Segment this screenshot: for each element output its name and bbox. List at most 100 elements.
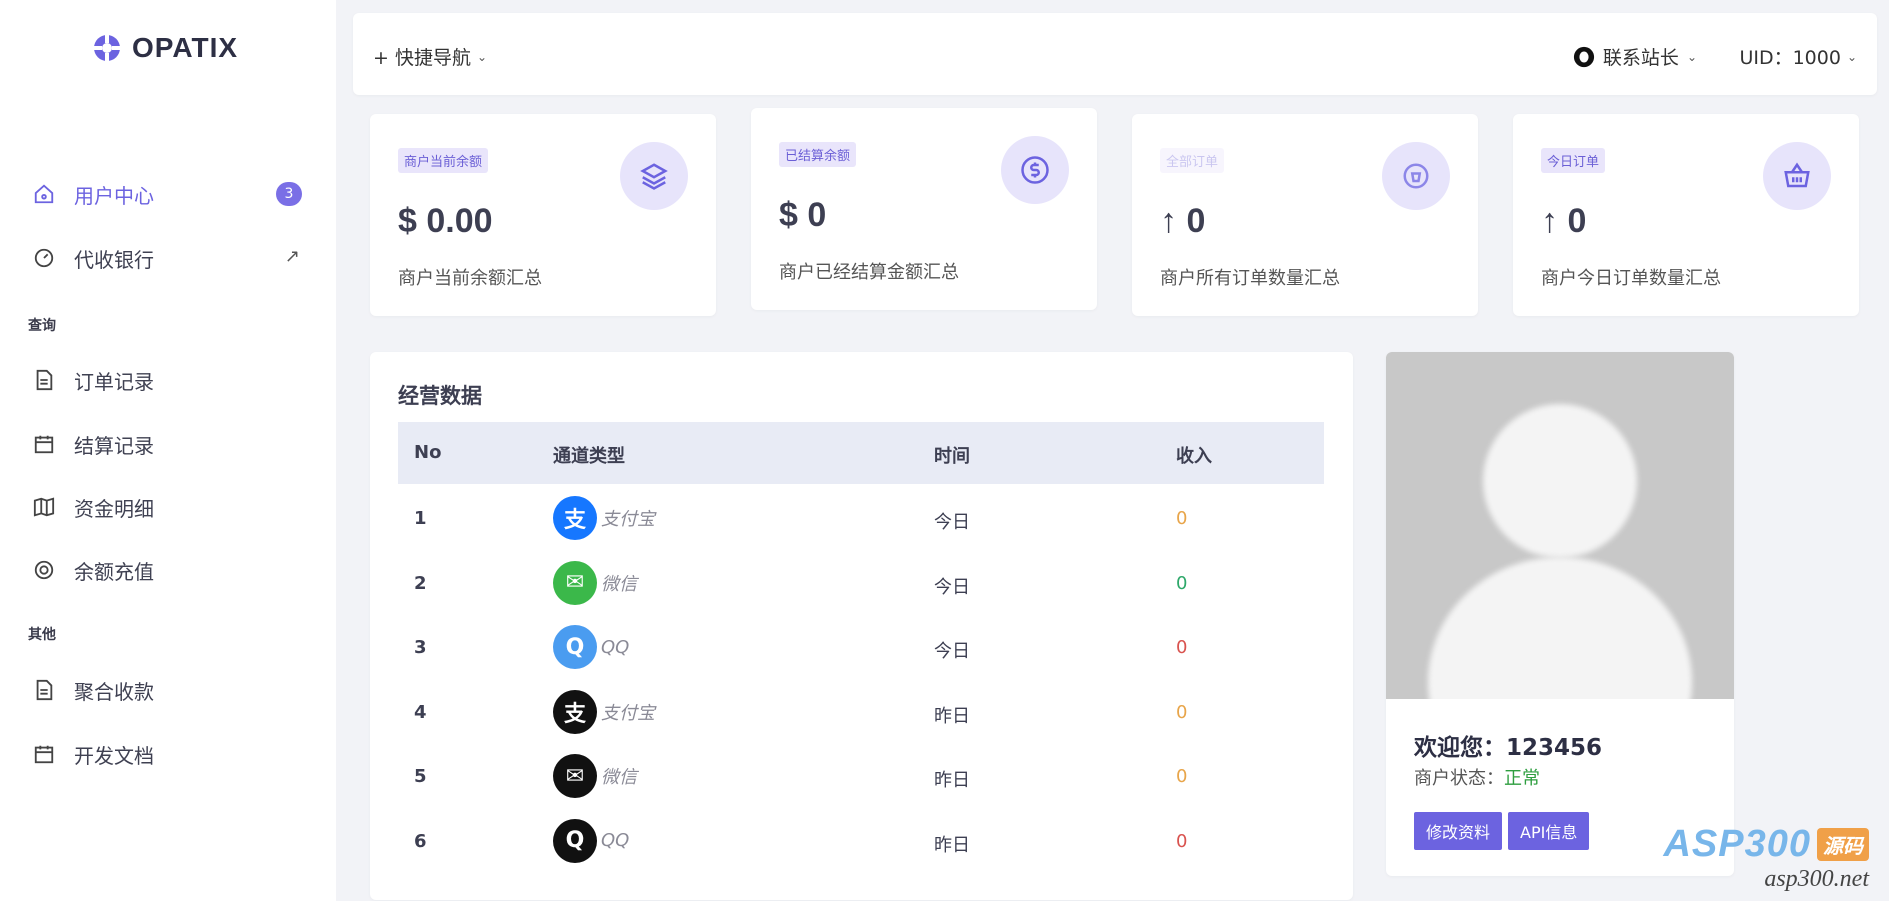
sidebar-item-label: 聚合收款 [74,679,154,704]
time-cell: 今日 [934,641,970,662]
income-cell: 0 [1176,637,1188,658]
channel-cell: ✉ 微信 [553,560,637,605]
channel-label: QQ [601,636,630,658]
top-bar: + 快捷导航 ⌄ 联系站长 ⌄ UID：1000 ⌄ [353,13,1877,95]
table-row: 6 Q QQ 昨日 0 [398,811,1324,875]
map-icon [32,495,56,519]
channel-label: 微信 [601,767,637,788]
section-title-query: 查询 [28,318,56,334]
stat-card-balance: 商户当前余额 $ 0.00 商户当前余额汇总 [370,114,716,316]
contact-label: 联系站长 [1602,47,1679,69]
calendar-icon [32,742,56,766]
home-icon [32,182,56,206]
row-number: 1 [414,508,427,529]
column-header-income: 收入 [1176,446,1212,467]
brand-logo[interactable]: OPATIX [92,32,238,64]
stat-description: 商户已经结算金额汇总 [779,262,959,283]
stat-tag: 今日订单 [1541,148,1606,173]
table-row: 4 支支付宝 昨日 0 [398,682,1324,746]
income-cell: 0 [1176,508,1188,529]
stat-card-all-orders: 全部订单 ↑ 0 商户所有订单数量汇总 [1132,114,1478,316]
channel-label: 支付宝 [601,702,655,724]
watermark: ASP300 源码 asp300.net [1663,823,1869,893]
sidebar: OPATIX 用户中心 3 代收银行 ↗ 查询 订单记录 结算记录 资金明细 余… [0,0,336,901]
card-title: 经营数据 [398,384,482,408]
business-data-card: 经营数据 No 通道类型 时间 收入 1 支支付宝 今日 0 2 ✉ 微信 今日 0 3 Q QQ 今日… [370,352,1353,900]
stat-card-settled: 已结算余额 $ 0 商户已经结算金额汇总 [751,108,1097,310]
channel-icon: ✉ [553,754,597,798]
row-number: 3 [414,637,427,658]
contact-admin-dropdown[interactable]: 联系站长 ⌄ [1573,43,1697,70]
column-header-channel: 通道类型 [553,446,625,467]
stat-description: 商户当前余额汇总 [398,268,542,289]
sidebar-item-fund-details[interactable]: 资金明细 [0,481,336,533]
stat-tag: 商户当前余额 [398,148,489,173]
chevron-down-icon: ⌄ [476,49,488,64]
income-cell: 0 [1176,572,1188,594]
sidebar-item-label: 用户中心 [74,183,154,208]
channel-label: 支付宝 [601,509,655,530]
sidebar-item-collection[interactable]: 代收银行 ↗ [0,232,336,284]
sidebar-item-label: 资金明细 [74,496,154,521]
status-value: 正常 [1504,768,1540,789]
income-cell: 0 [1176,701,1188,723]
table-row: 3 Q QQ 今日 0 [398,617,1324,681]
merchant-status: 商户状态：正常 [1414,764,1540,790]
document-icon [32,678,56,702]
time-cell: 昨日 [934,834,970,856]
channel-icon: ✉ [553,560,597,605]
avatar-body [1428,557,1692,699]
stat-description: 商户所有订单数量汇总 [1160,268,1340,289]
notification-badge: 3 [276,182,302,206]
sidebar-item-label: 余额充值 [74,559,154,584]
row-number: 2 [414,572,427,594]
uid-dropdown[interactable]: UID：1000 ⌄ [1739,43,1857,70]
calendar-icon [32,432,56,456]
sidebar-item-label: 开发文档 [74,743,154,768]
chevron-down-icon: ⌄ [1686,49,1697,64]
chevron-down-icon: ⌄ [1846,49,1857,64]
sidebar-item-settlements[interactable]: 结算记录 [0,418,336,470]
layers-icon [620,142,688,210]
edit-profile-button[interactable]: 修改资料 [1414,812,1503,850]
brand-name: OPATIX [132,32,239,63]
stat-tag: 已结算余额 [779,142,857,167]
table-row: 1 支支付宝 今日 0 [398,488,1324,552]
bag-icon [1382,142,1450,210]
channel-cell: 支支付宝 [553,496,655,540]
stat-tag: 全部订单 [1160,148,1225,173]
time-cell: 昨日 [934,770,970,791]
welcome-text: 欢迎您：123456 [1414,735,1603,761]
quick-nav-dropdown[interactable]: + 快捷导航 ⌄ [373,43,487,70]
sidebar-item-dev-docs[interactable]: 开发文档 [0,728,336,780]
document-icon [32,368,56,392]
stat-value: $ 0 [779,196,827,234]
channel-icon: Q [553,818,597,863]
channel-cell: Q QQ [553,818,629,863]
sidebar-item-user-center[interactable]: 用户中心 3 [0,168,336,220]
stat-value: ↑ 0 [1541,202,1587,240]
sidebar-item-recharge[interactable]: 余额充值 [0,544,336,596]
row-number: 4 [414,701,427,723]
quick-nav-label: + 快捷导航 [373,47,471,69]
income-cell: 0 [1176,830,1188,852]
sidebar-item-label: 结算记录 [74,433,154,458]
api-info-button[interactable]: API信息 [1508,812,1590,850]
dashboard-icon [32,246,56,270]
channel-cell: Q QQ [553,625,629,669]
time-cell: 昨日 [934,705,970,727]
sidebar-item-aggregate-payment[interactable]: 聚合收款 [0,664,336,716]
row-number: 5 [414,766,427,787]
income-cell: 0 [1176,766,1188,787]
avatar [1386,352,1734,699]
stat-value: ↑ 0 [1160,202,1206,240]
row-number: 6 [414,830,427,852]
watermark-tag: 源码 [1817,828,1869,861]
sidebar-item-orders[interactable]: 订单记录 [0,354,336,406]
channel-cell: 支支付宝 [553,689,655,734]
basket-icon [1763,142,1831,210]
external-link-icon: ↗ [284,246,300,267]
status-label: 商户状态： [1414,768,1504,789]
watermark-brand: ASP300 [1663,823,1811,865]
stat-value: $ 0.00 [398,202,493,240]
